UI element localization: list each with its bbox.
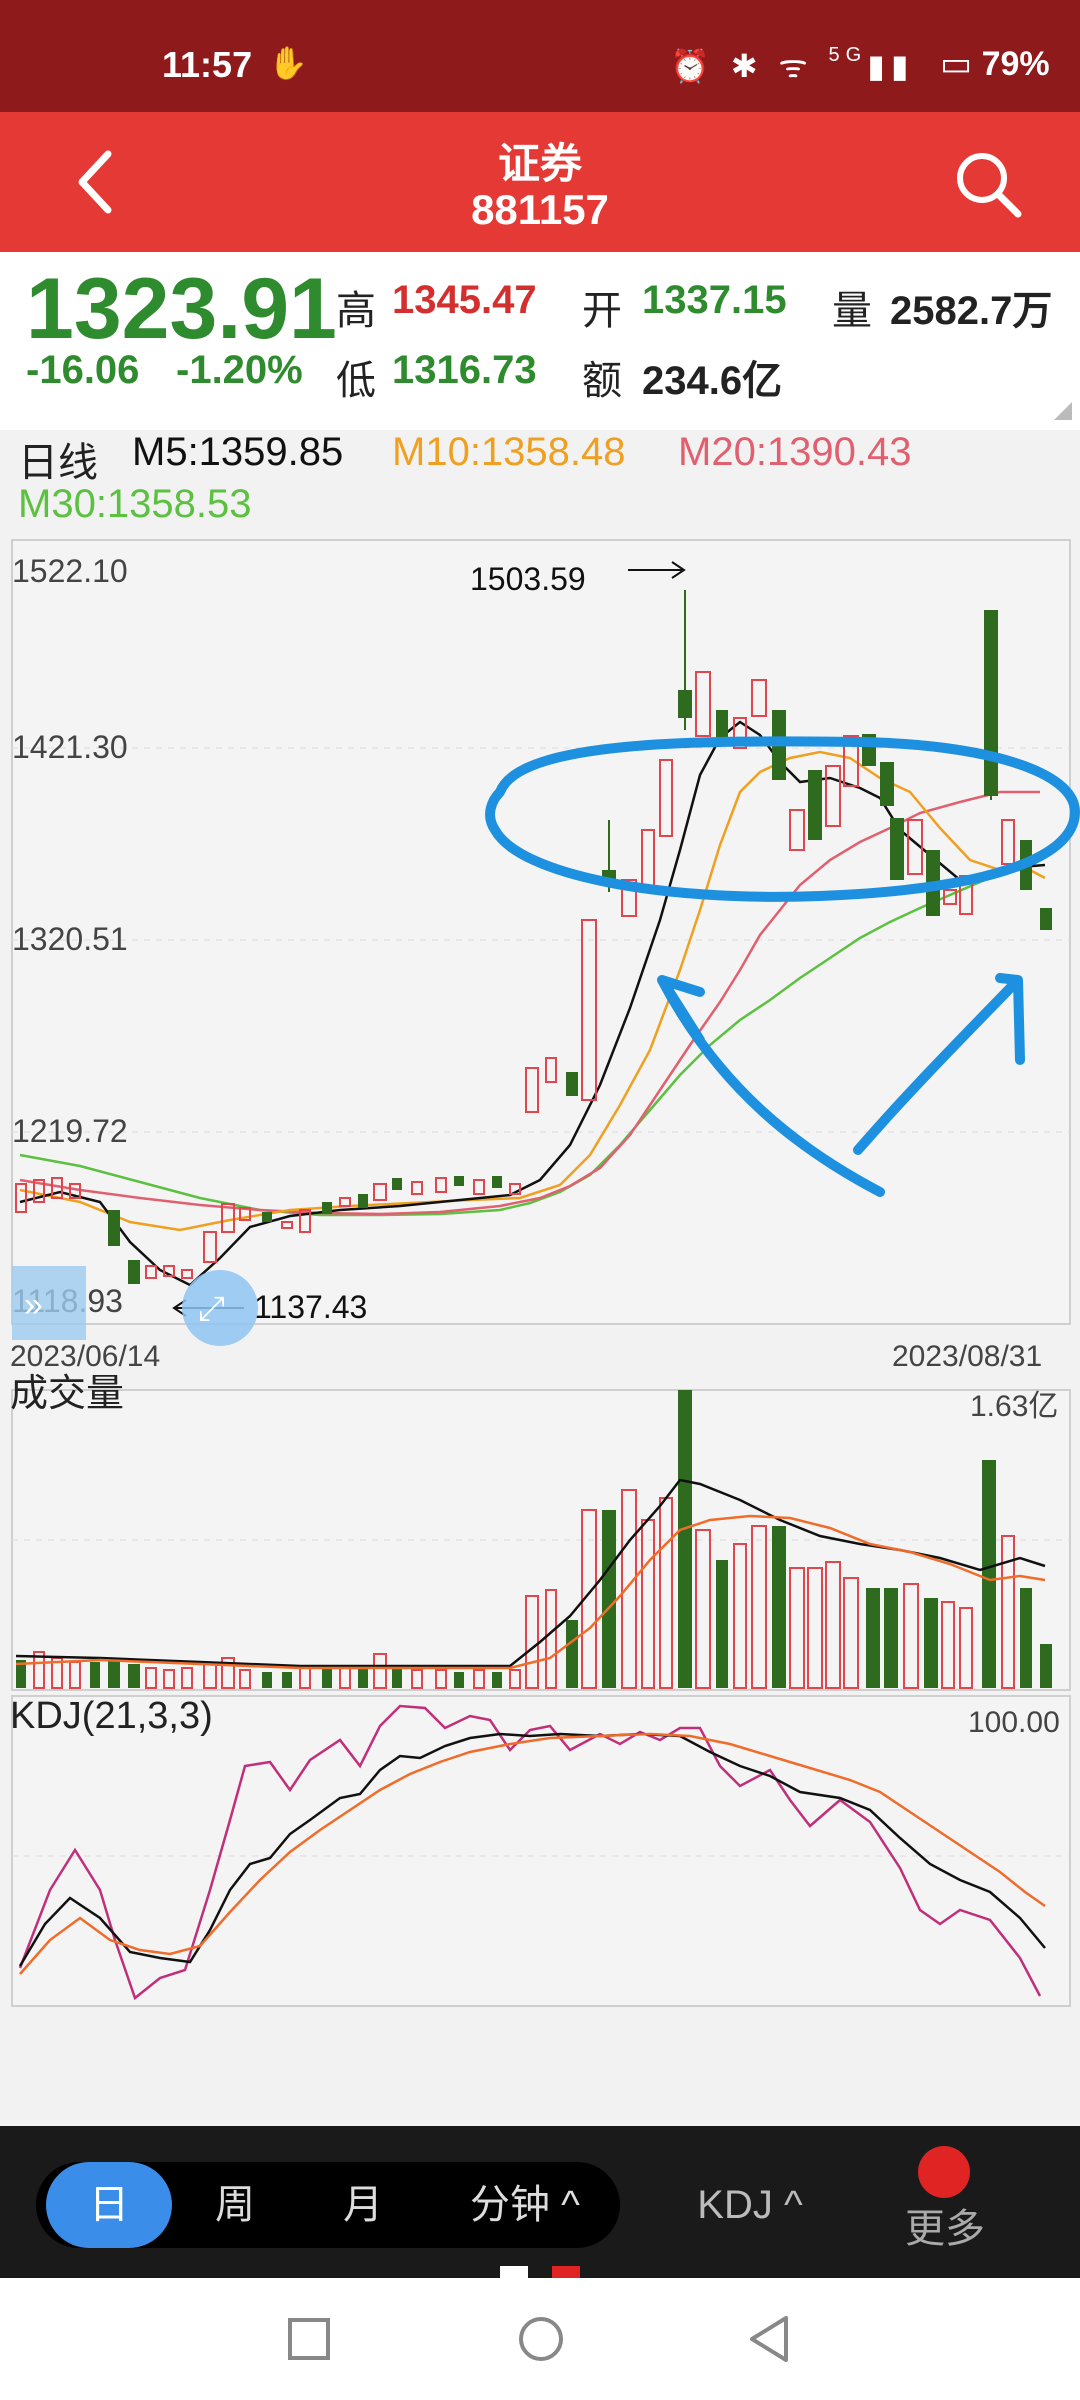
back-icon[interactable]: [746, 2314, 792, 2364]
open-label: 开: [582, 289, 622, 333]
ma5-value: M5:1359.85: [132, 430, 344, 474]
search-icon[interactable]: [950, 146, 1026, 222]
tab-week[interactable]: 周: [172, 2162, 298, 2248]
volume-title: 成交量: [10, 1373, 124, 1415]
y-tick: 1219.72: [12, 1113, 128, 1149]
ma10-value: M10:1358.48: [392, 430, 626, 474]
y-tick: 1522.10: [12, 553, 128, 589]
stock-code: 881157: [471, 186, 609, 233]
double-chevron-icon: »: [24, 1286, 43, 1324]
resize-icon: ⤢: [198, 1290, 225, 1328]
low-value: 1316.73: [392, 348, 537, 392]
battery-level: ▭ 79%: [940, 44, 1050, 84]
volume-label: 量: [832, 289, 872, 333]
ma-legend: 日线 M5:1359.85 M10:1358.48 M20:1390.43 M3…: [0, 430, 1080, 530]
tab-more[interactable]: 更多: [880, 2186, 1010, 2272]
recent-apps-icon[interactable]: [286, 2316, 332, 2362]
home-icon[interactable]: [516, 2314, 566, 2364]
volume-value: 2582.7万: [890, 289, 1053, 333]
status-icons: ⏰ ✱ ᯤ 5G▮▮: [670, 44, 915, 84]
amount-value: 234.6亿: [642, 359, 783, 403]
tab-month[interactable]: 月: [300, 2162, 426, 2248]
kdj-max-label: 100.00: [968, 1706, 1060, 1739]
y-tick: 1320.51: [12, 921, 128, 957]
system-nav-bar: [0, 2278, 1080, 2400]
gesture-icon: ✋: [268, 45, 308, 81]
tab-minute[interactable]: 分钟 ^: [430, 2162, 620, 2248]
open-value: 1337.15: [642, 278, 787, 322]
date-end: 2023/08/31: [892, 1340, 1042, 1373]
status-bar: 11:57 ✋ ⏰ ✱ ᯤ 5G▮▮ ▭ 79%: [0, 0, 1080, 112]
battery-icon: ▭: [940, 45, 973, 83]
amount-label: 额: [582, 359, 622, 403]
high-marker: 1503.59: [470, 561, 586, 597]
header-bar: 证券 881157: [0, 112, 1080, 252]
kdj-title: KDJ(21,3,3): [10, 1695, 213, 1737]
network-type: 5G: [828, 44, 868, 66]
battery-label: 79%: [981, 45, 1050, 83]
high-value: 1345.47: [392, 278, 537, 322]
page-indicator: [500, 2266, 528, 2278]
price-change-pct: -1.20%: [176, 348, 303, 392]
expand-corner-icon[interactable]: [1054, 402, 1072, 420]
quote-panel: 1323.91 -16.06 -1.20% 高 1345.47 开 1337.1…: [0, 252, 1080, 430]
volume-max-label: 1.63亿: [970, 1390, 1058, 1423]
period-label[interactable]: 日线: [18, 430, 98, 488]
last-price: 1323.91: [26, 261, 337, 357]
ma20-value: M20:1390.43: [678, 430, 912, 474]
price-change: -16.06: [26, 348, 140, 392]
tab-day[interactable]: 日: [46, 2162, 172, 2248]
kline-panel: [11, 539, 1071, 1325]
low-label: 低: [336, 359, 376, 403]
ma30-value: M30:1358.53: [18, 482, 252, 526]
period-tab-bar: 日 周 月 分钟 ^ KDJ ^ 更多: [0, 2126, 1080, 2278]
date-start: 2023/06/14: [10, 1340, 160, 1373]
high-label: 高: [336, 289, 376, 333]
status-time: 11:57: [162, 44, 253, 85]
kline-chart-area[interactable]: 1522.10 1421.30 1320.51 1219.72 1118.93: [0, 530, 1080, 2010]
y-tick: 1421.30: [12, 729, 128, 765]
low-marker: 1137.43: [254, 1289, 367, 1325]
stock-name: 证券: [497, 140, 582, 187]
tab-indicator-kdj[interactable]: KDJ ^: [660, 2162, 840, 2248]
page-indicator: [552, 2266, 580, 2278]
